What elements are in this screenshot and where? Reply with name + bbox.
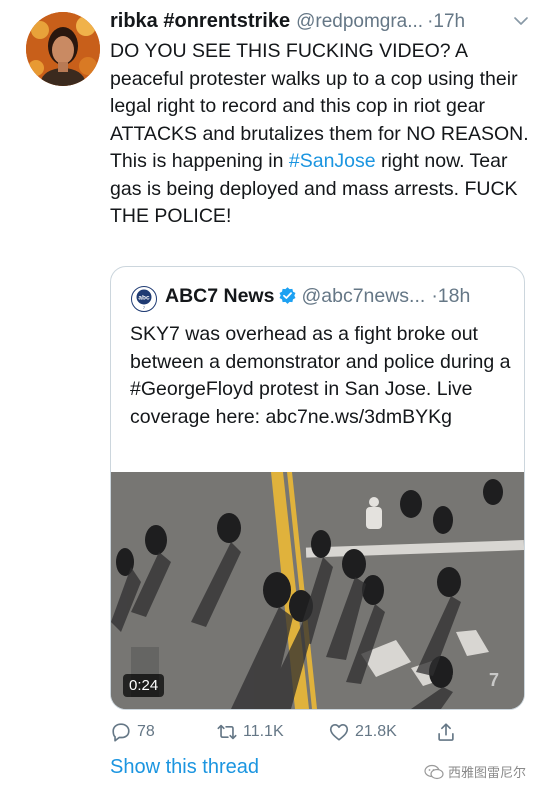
like-button[interactable]: 21.8K	[328, 718, 397, 746]
like-count: 21.8K	[355, 723, 397, 740]
timestamp[interactable]: ·17h	[427, 11, 465, 32]
quoted-tweet-header: ABC7 News @abc7news... ·18h	[165, 285, 470, 308]
user-handle[interactable]: @redpomgra...	[296, 11, 423, 32]
quoted-tweet[interactable]: abc 7 ABC7 News @abc7news... ·18h SKY7 wa…	[110, 266, 525, 710]
tweet-text: DO YOU SEE THIS FUCKING VIDEO? A peacefu…	[110, 38, 530, 231]
like-icon	[329, 724, 349, 741]
verified-badge-icon	[279, 287, 296, 304]
retweet-icon	[217, 724, 237, 740]
quoted-tweet-text: SKY7 was overhead as a fight broke out b…	[130, 323, 511, 428]
quoted-user-handle[interactable]: @abc7news...	[301, 285, 425, 307]
chevron-down-icon[interactable]	[512, 12, 530, 30]
reply-count: 78	[137, 723, 155, 740]
watermark-text: 西雅图雷尼尔	[448, 765, 527, 780]
quoted-display-name[interactable]: ABC7 News	[165, 285, 274, 307]
retweet-button[interactable]: 11.1K	[216, 718, 284, 746]
tweet-actions: 78 11.1K 21.8K	[110, 718, 530, 746]
reply-icon	[112, 723, 130, 742]
video-player[interactable]: 7 0:24	[111, 472, 524, 709]
video-duration: 0:24	[123, 674, 165, 697]
share-icon	[438, 723, 454, 741]
avatar[interactable]	[26, 12, 100, 86]
reply-button[interactable]: 78	[110, 718, 155, 746]
wechat-icon	[424, 764, 444, 779]
retweet-count: 11.1K	[243, 723, 284, 740]
tweet-header: ribka #onrentstrike @redpomgra... ·17h	[110, 10, 530, 34]
abc7-logo[interactable]: abc 7	[131, 286, 157, 312]
svg-text:7: 7	[489, 670, 499, 690]
show-thread-link[interactable]: Show this thread	[110, 756, 259, 779]
video-thumbnail: 7	[111, 472, 524, 709]
watermark: 西雅图雷尼尔	[424, 762, 526, 781]
tweet: ribka #onrentstrike @redpomgra... ·17h DO …	[0, 0, 550, 798]
svg-text:abc: abc	[138, 295, 150, 302]
share-button[interactable]	[435, 718, 462, 746]
display-name[interactable]: ribka #onrentstrike	[110, 10, 290, 32]
hashtag-link[interactable]: #SanJose	[289, 150, 376, 172]
quoted-timestamp[interactable]: ·18h	[431, 285, 470, 307]
